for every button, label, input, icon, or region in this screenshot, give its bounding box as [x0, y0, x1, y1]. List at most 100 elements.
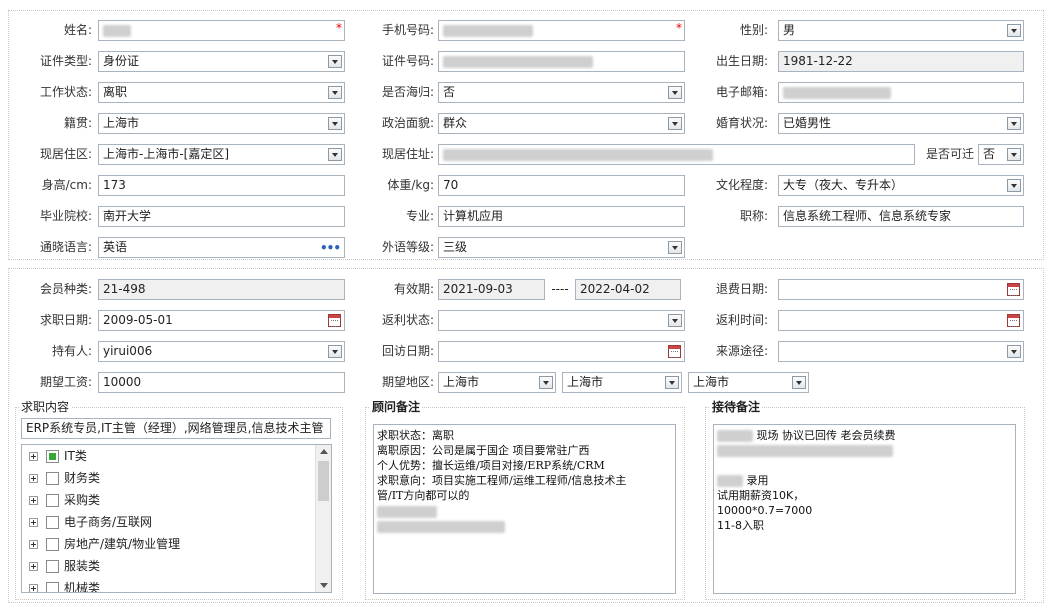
expand-icon[interactable] — [29, 452, 38, 461]
chevron-down-icon[interactable] — [1007, 179, 1021, 192]
apply-date-field[interactable]: 2009-05-01 — [98, 310, 345, 331]
source-select[interactable] — [778, 341, 1024, 362]
scroll-down-icon[interactable] — [320, 583, 328, 588]
checkbox[interactable] — [46, 538, 59, 551]
chevron-down-icon[interactable] — [668, 117, 682, 130]
chevron-down-icon[interactable] — [539, 376, 553, 389]
chevron-down-icon[interactable] — [1007, 148, 1021, 161]
chevron-down-icon[interactable] — [668, 241, 682, 254]
tree-item-label: 房地产/建筑/物业管理 — [64, 537, 181, 551]
birth-date-label: 出生日期: — [715, 54, 768, 68]
calendar-icon[interactable] — [1007, 314, 1020, 327]
chevron-down-icon[interactable] — [668, 314, 682, 327]
height-label: 身高/cm: — [41, 178, 92, 192]
region-district-select[interactable]: 上海市 — [688, 372, 809, 393]
expand-icon[interactable] — [29, 584, 38, 592]
scroll-thumb[interactable] — [318, 461, 329, 501]
scroll-up-icon[interactable] — [320, 449, 328, 454]
region-label: 期望地区: — [381, 375, 434, 389]
checkbox[interactable] — [46, 516, 59, 529]
id-number-field[interactable] — [438, 51, 685, 72]
valid-label: 有效期: — [393, 282, 434, 296]
tree-item[interactable]: IT类 — [29, 446, 87, 466]
chevron-down-icon[interactable] — [1007, 345, 1021, 358]
major-field[interactable]: 计算机应用 — [438, 206, 685, 227]
birth-date-field[interactable]: 1981-12-22 — [778, 51, 1024, 72]
id-type-label: 证件类型: — [39, 54, 92, 68]
tree-item[interactable]: 机械类 — [29, 578, 101, 593]
region-province-select[interactable]: 上海市 — [438, 372, 556, 393]
chevron-down-icon[interactable] — [665, 376, 679, 389]
holder-select[interactable]: yirui006 — [98, 341, 345, 362]
rebate-time-field[interactable] — [778, 310, 1024, 331]
expand-icon[interactable] — [29, 562, 38, 571]
job-category-tree[interactable]: IT类 财务类 采购类 电子商务/互联网 房地产/建筑/物业管理 服装类 机械类 — [21, 444, 332, 593]
advisor-notes-legend: 顾问备注 — [370, 400, 423, 414]
expand-icon[interactable] — [29, 474, 38, 483]
chevron-down-icon[interactable] — [1007, 117, 1021, 130]
visit-date-field[interactable] — [438, 341, 685, 362]
native-place-select[interactable]: 上海市 — [98, 113, 345, 134]
school-field[interactable]: 南开大学 — [98, 206, 345, 227]
chevron-down-icon[interactable] — [328, 345, 342, 358]
chevron-down-icon[interactable] — [328, 86, 342, 99]
migrate-label: 是否可迁 — [925, 147, 974, 161]
residence-area-select[interactable]: 上海市-上海市-[嘉定区] — [98, 144, 345, 165]
job-summary-field[interactable]: ERP系统专员,IT主管（经理）,网络管理员,信息技术主管 — [21, 418, 331, 439]
expand-icon[interactable] — [29, 540, 38, 549]
mobile-field[interactable]: * — [438, 20, 685, 41]
calendar-icon[interactable] — [668, 345, 681, 358]
tree-item[interactable]: 服装类 — [29, 556, 100, 576]
address-field[interactable] — [438, 144, 915, 165]
checkbox[interactable] — [46, 494, 59, 507]
education-select[interactable]: 大专（夜大、专升本） — [778, 175, 1024, 196]
visit-date-label: 回访日期: — [381, 344, 434, 358]
lang-level-select[interactable]: 三级 — [438, 237, 685, 258]
member-type-field[interactable]: 21-498 — [98, 279, 345, 300]
political-select[interactable]: 群众 — [438, 113, 685, 134]
calendar-icon[interactable] — [328, 314, 341, 327]
gender-select[interactable]: 男 — [778, 20, 1024, 41]
chevron-down-icon[interactable] — [1007, 24, 1021, 37]
valid-start-field[interactable]: 2021-09-03 — [438, 279, 545, 300]
more-dots-icon[interactable]: ••• — [320, 239, 341, 257]
marital-select[interactable]: 已婚男性 — [778, 113, 1024, 134]
id-type-select[interactable]: 身份证 — [98, 51, 345, 72]
height-field[interactable]: 173 — [98, 175, 345, 196]
expand-icon[interactable] — [29, 496, 38, 505]
chevron-down-icon[interactable] — [328, 55, 342, 68]
chevron-down-icon[interactable] — [668, 86, 682, 99]
tree-item[interactable]: 财务类 — [29, 468, 100, 488]
valid-end-field[interactable]: 2022-04-02 — [575, 279, 681, 300]
expand-icon[interactable] — [29, 518, 38, 527]
salary-field[interactable]: 10000 — [98, 372, 345, 393]
tree-item-label: 机械类 — [64, 581, 101, 593]
returnee-select[interactable]: 否 — [438, 82, 685, 103]
advisor-notes-textarea[interactable]: 求职状态：离职 离职原因：公司是属于国企 项目要常驻广西 个人优势：擅长运维/项… — [373, 424, 676, 594]
name-field[interactable]: * — [98, 20, 345, 41]
chevron-down-icon[interactable] — [792, 376, 806, 389]
reception-notes-textarea[interactable]: 现场 协议已回传 老会员续费 录用 试用期薪资10K， 10000*0.7=70… — [713, 424, 1016, 594]
chevron-down-icon[interactable] — [328, 117, 342, 130]
chevron-down-icon[interactable] — [328, 148, 342, 161]
title-field[interactable]: 信息系统工程师、信息系统专家 — [778, 206, 1024, 227]
tree-item[interactable]: 电子商务/互联网 — [29, 512, 152, 532]
checkbox[interactable] — [46, 582, 59, 592]
calendar-icon[interactable] — [1007, 283, 1020, 296]
refund-date-field[interactable] — [778, 279, 1024, 300]
migrate-select[interactable]: 否 — [978, 144, 1024, 165]
work-status-select[interactable]: 离职 — [98, 82, 345, 103]
tree-item[interactable]: 采购类 — [29, 490, 100, 510]
weight-field[interactable]: 70 — [438, 175, 685, 196]
tree-scrollbar[interactable] — [315, 445, 331, 592]
email-field[interactable] — [778, 82, 1024, 103]
checkbox[interactable] — [46, 472, 59, 485]
reception-notes-legend: 接待备注 — [710, 400, 763, 414]
region-city-select[interactable]: 上海市 — [562, 372, 682, 393]
tree-item[interactable]: 房地产/建筑/物业管理 — [29, 534, 180, 554]
checkbox[interactable] — [46, 560, 59, 573]
language-field[interactable]: 英语 ••• — [98, 237, 345, 258]
tree-item-label: 服装类 — [64, 559, 101, 573]
rebate-status-select[interactable] — [438, 310, 685, 331]
checkbox[interactable] — [46, 450, 59, 463]
